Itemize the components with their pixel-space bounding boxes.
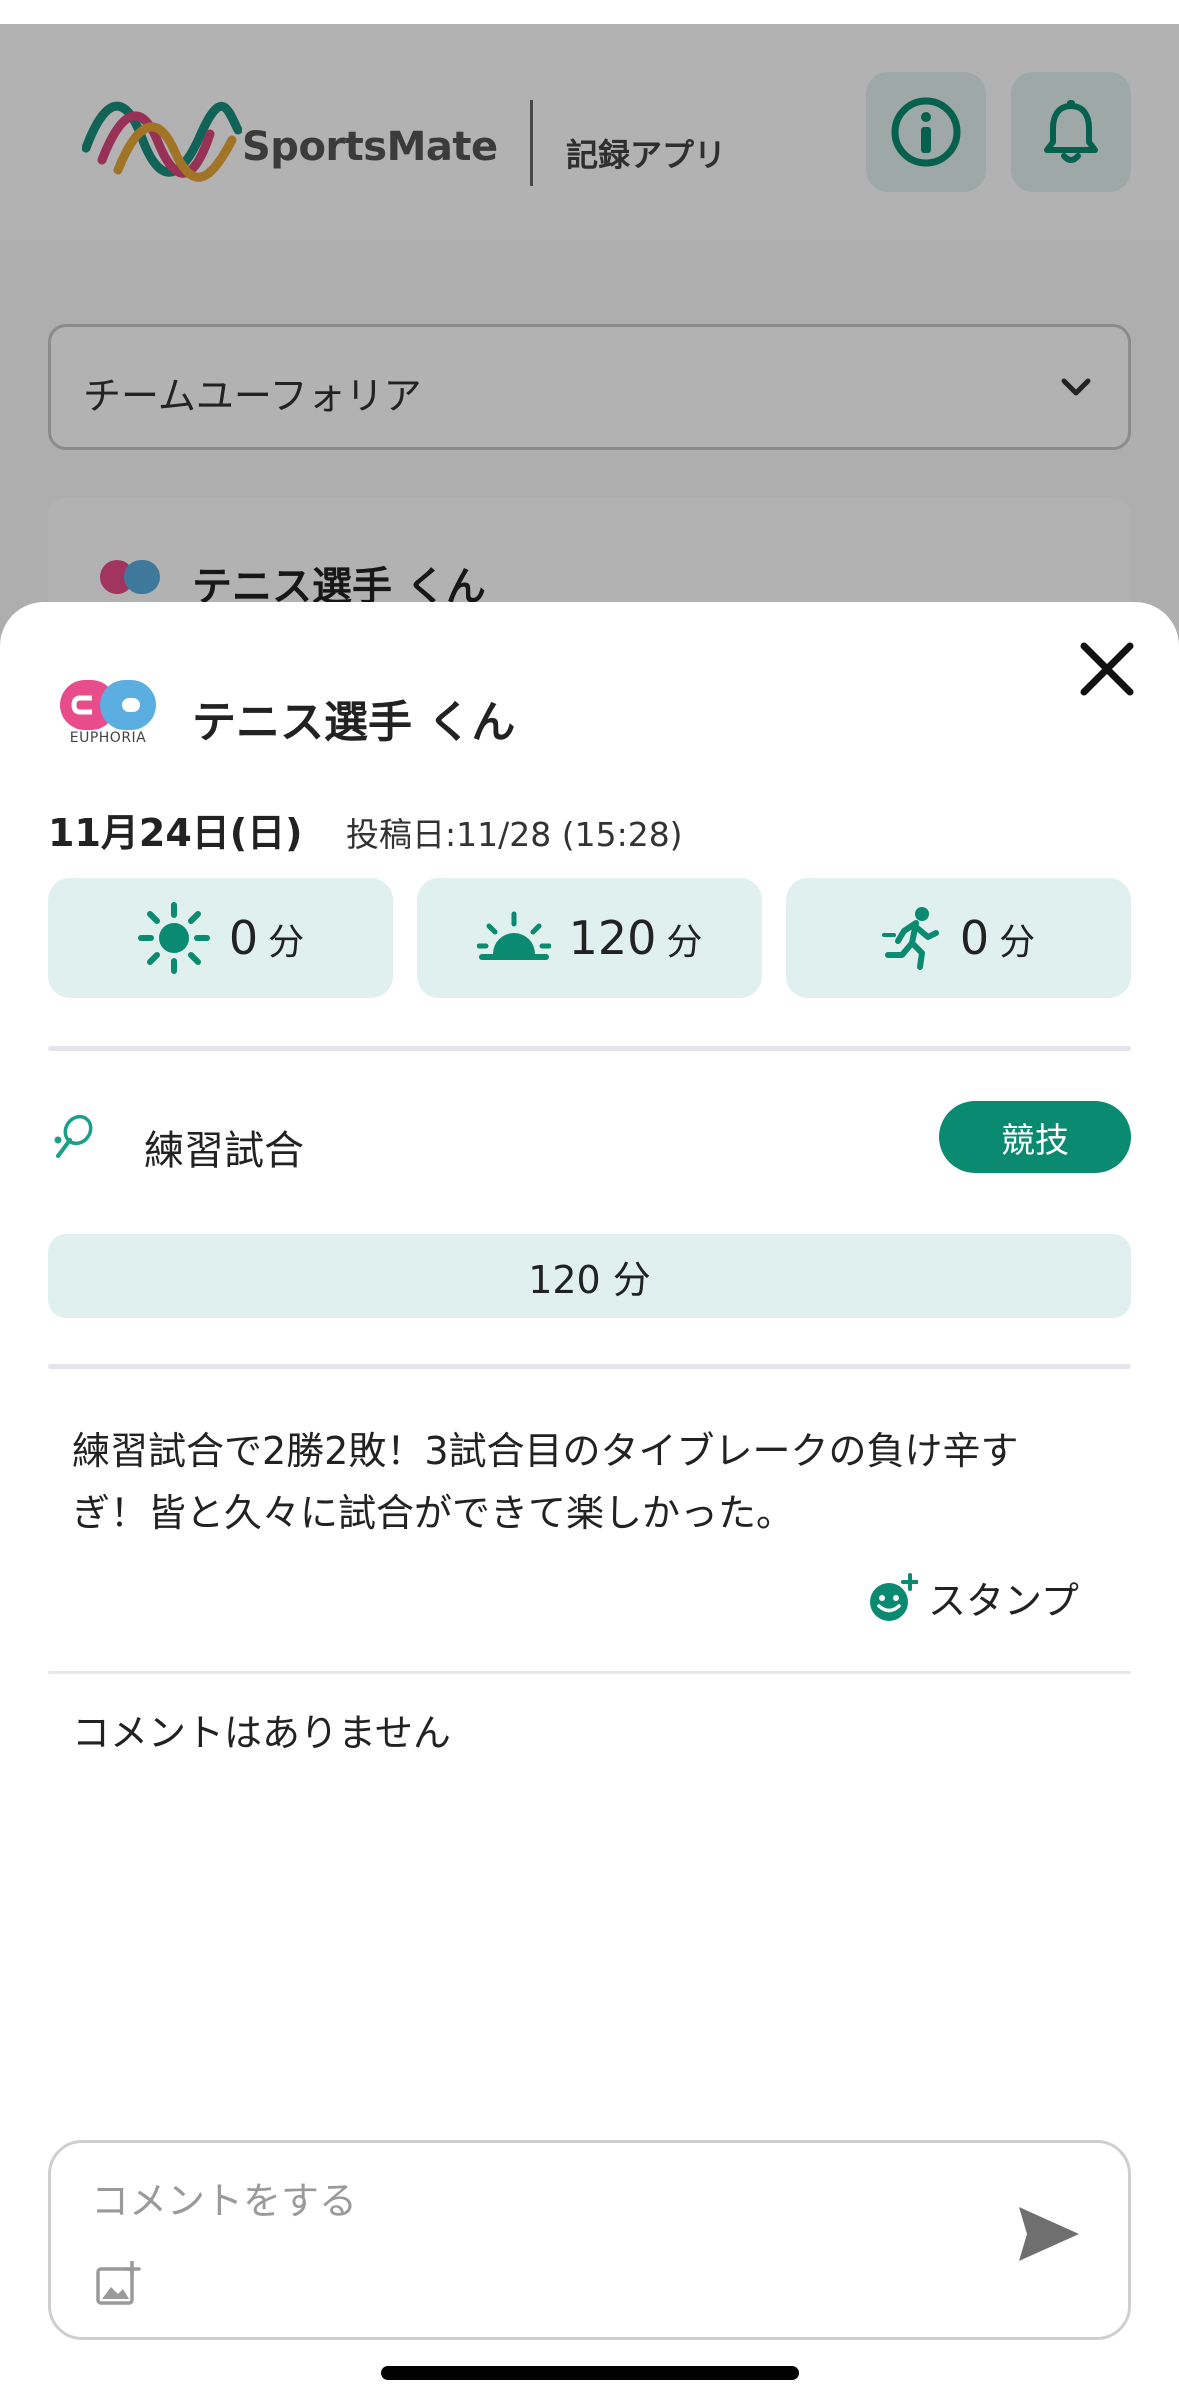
divider	[48, 1671, 1131, 1674]
sunrise-icon	[476, 911, 551, 960]
close-icon[interactable]	[1076, 638, 1138, 700]
add-image-icon[interactable]	[95, 2261, 141, 2307]
category-tag-button[interactable]: 競技	[939, 1101, 1131, 1173]
stamp-label: スタンプ	[928, 1579, 1079, 1623]
send-icon[interactable]	[1017, 2205, 1081, 2263]
sun-icon	[137, 902, 210, 974]
comment-input[interactable]	[91, 2171, 951, 2231]
athlete-name: テニス選手 くん	[192, 697, 516, 748]
post-detail-sheet: EUPHORIA テニス選手 くん 11月24日(日) 投稿日:11/28 (1…	[0, 602, 1179, 2403]
divider	[48, 1364, 1131, 1369]
stat-exercise-unit: 分	[999, 922, 1036, 963]
stat-exercise-value: 0	[959, 911, 990, 965]
activity-label: 練習試合	[144, 1128, 304, 1174]
add-stamp-icon	[870, 1572, 918, 1621]
stamp-button[interactable]: スタンプ	[868, 1570, 1079, 1625]
status-bar	[0, 0, 1179, 24]
record-date: 11月24日(日)	[48, 811, 303, 855]
stat-sunlight-value: 0	[228, 911, 259, 965]
screen: SportsMate 記録アプリ チームユーフォリア テニス選手 くん EUPH…	[0, 0, 1179, 2403]
team-logo-caption: EUPHORIA	[69, 730, 147, 746]
tennis-racket-icon	[54, 1114, 93, 1158]
posted-timestamp: 投稿日:11/28 (15:28)	[346, 815, 683, 854]
stat-sunrise: 120 分	[417, 878, 762, 998]
stat-sunlight: 0分	[48, 878, 393, 998]
activity-duration: 120 分	[48, 1234, 1131, 1318]
running-icon	[881, 907, 939, 970]
home-indicator	[381, 2366, 799, 2380]
stat-sunrise-unit: 分	[666, 922, 703, 963]
no-comments-text: コメントはありません	[72, 1711, 451, 1755]
divider	[48, 1046, 1131, 1051]
stat-exercise: 0分	[786, 878, 1131, 998]
comment-composer	[48, 2140, 1131, 2340]
stat-sunrise-value: 120	[568, 911, 657, 965]
stat-sunlight-unit: 分	[268, 922, 305, 963]
post-body-text: 練習試合で2勝2敗！3試合目のタイブレークの負け辛すぎ！皆と久々に試合ができて楽…	[72, 1429, 1019, 1535]
